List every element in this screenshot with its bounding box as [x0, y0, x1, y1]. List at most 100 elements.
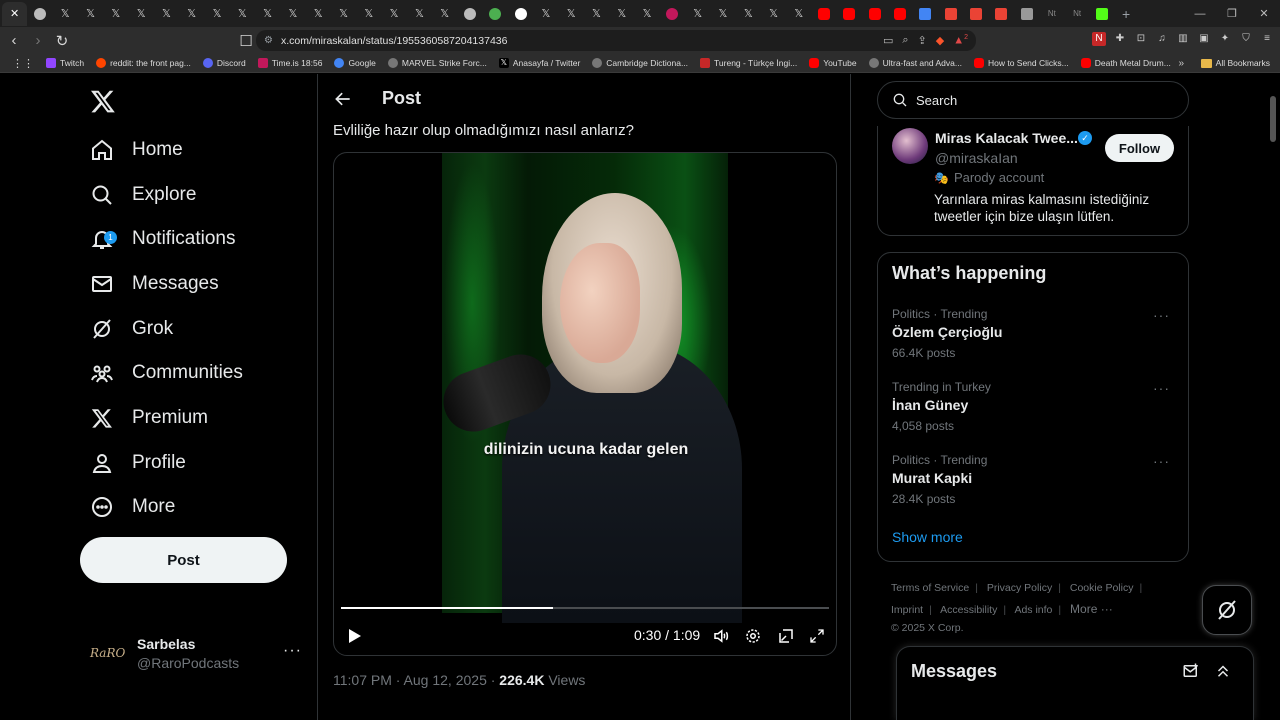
- bookmark-item[interactable]: Time.is 18:56: [257, 58, 322, 68]
- nav-profile[interactable]: Profile: [90, 443, 186, 483]
- footer-link-imprint[interactable]: Imprint: [891, 604, 923, 616]
- tab-google[interactable]: [483, 2, 508, 26]
- account-switcher[interactable]: RaRO Sarbelas @RaroPodcasts ···: [90, 632, 310, 676]
- music-icon[interactable]: ♫: [1155, 32, 1169, 46]
- bookmark-item[interactable]: reddit: the front pag...: [96, 58, 191, 68]
- menu-icon[interactable]: ≡: [1260, 32, 1274, 46]
- sidebar-icon[interactable]: ▥: [1176, 32, 1190, 46]
- bookmarks-overflow-icon[interactable]: »: [1178, 58, 1184, 69]
- back-icon[interactable]: ‹: [4, 32, 24, 49]
- tab-x[interactable]: 𝕏: [154, 2, 179, 26]
- new-message-icon[interactable]: [1181, 661, 1201, 681]
- tab-x[interactable]: 𝕏: [761, 2, 786, 26]
- volume-icon[interactable]: [710, 625, 732, 647]
- tab-youtube[interactable]: [862, 2, 887, 26]
- tab-x[interactable]: 𝕏: [78, 2, 103, 26]
- tab-x[interactable]: 𝕏: [280, 2, 305, 26]
- post-button[interactable]: Post: [80, 537, 287, 583]
- tab-x[interactable]: 𝕏: [381, 2, 406, 26]
- tab-x[interactable]: 𝕏: [407, 2, 432, 26]
- tab-active[interactable]: ✕: [2, 1, 28, 26]
- address-bar[interactable]: ⚙ x.com/miraskalan/status/19553605872041…: [256, 30, 976, 51]
- bookmark-item[interactable]: Tureng - Türkçe İngi...: [700, 58, 797, 68]
- scrollbar-thumb[interactable]: [1270, 96, 1276, 142]
- x-logo-icon[interactable]: [90, 88, 116, 114]
- search-placeholder[interactable]: Search: [916, 93, 957, 108]
- more-dots-icon[interactable]: ···: [1153, 453, 1170, 469]
- footer-link-privacy[interactable]: Privacy Policy: [987, 582, 1052, 594]
- bookmark-item[interactable]: YouTube: [809, 58, 857, 68]
- footer-link-more[interactable]: More ···: [1070, 602, 1113, 616]
- tab-x[interactable]: 𝕏: [306, 2, 331, 26]
- show-more-link[interactable]: Show more: [892, 529, 963, 545]
- tab-x[interactable]: 𝕏: [179, 2, 204, 26]
- more-dots-icon[interactable]: ···: [1153, 380, 1170, 396]
- trend-item[interactable]: Trending in Turkey İnan Güney 4,058 post…: [892, 380, 1176, 436]
- expand-drawer-icon[interactable]: [1213, 661, 1233, 681]
- follow-button[interactable]: Follow: [1105, 134, 1174, 162]
- cast-icon[interactable]: ▭: [883, 34, 893, 47]
- url-text[interactable]: x.com/miraskalan/status/1955360587204137…: [281, 35, 508, 47]
- bookmark-item[interactable]: 𝕏 Anasayfa / Twitter: [498, 58, 580, 68]
- nav-premium[interactable]: Premium: [90, 398, 208, 438]
- tab-x[interactable]: 𝕏: [736, 2, 761, 26]
- author-handle[interactable]: @miraskaIan: [935, 150, 1018, 166]
- nav-communities[interactable]: Communities: [90, 353, 243, 393]
- minimize-icon[interactable]: —: [1184, 8, 1216, 20]
- close-window-icon[interactable]: ✕: [1248, 7, 1280, 20]
- tab-youtube[interactable]: [837, 2, 862, 26]
- leo-icon[interactable]: ✦: [1218, 32, 1232, 46]
- play-icon[interactable]: [344, 625, 366, 647]
- wallet-icon[interactable]: ▣: [1197, 32, 1211, 46]
- tab-x[interactable]: 𝕏: [584, 2, 609, 26]
- share-icon[interactable]: ⇪: [918, 34, 927, 47]
- tab-x[interactable]: 𝕏: [432, 2, 457, 26]
- tab-x[interactable]: 𝕏: [103, 2, 128, 26]
- nav-notifications[interactable]: 1 Notifications: [90, 219, 236, 259]
- bookmark-item[interactable]: How to Send Clicks...: [973, 58, 1069, 68]
- tab-youtube[interactable]: [887, 2, 912, 26]
- footer-link-terms[interactable]: Terms of Service: [891, 582, 969, 594]
- author-name[interactable]: Miras Kalacak Twee...: [935, 130, 1078, 146]
- brave-rewards-icon[interactable]: ▲2: [953, 34, 968, 47]
- tweet-timestamp[interactable]: 11:07 PM · Aug 12, 2025 ·: [333, 672, 499, 688]
- bookmark-item[interactable]: MARVEL Strike Forc...: [387, 58, 487, 68]
- messages-drawer[interactable]: Messages: [896, 646, 1254, 720]
- footer-link-ads[interactable]: Ads info: [1014, 604, 1052, 616]
- search-box[interactable]: Search: [877, 81, 1189, 119]
- site-info-icon[interactable]: ⚙: [264, 35, 273, 46]
- tab[interactable]: [27, 2, 52, 26]
- tab-youtube[interactable]: [812, 2, 837, 26]
- grok-floating-button[interactable]: [1202, 585, 1252, 635]
- tab-x[interactable]: 𝕏: [609, 2, 634, 26]
- more-dots-icon[interactable]: ···: [1153, 307, 1170, 323]
- footer-link-accessibility[interactable]: Accessibility: [940, 604, 997, 616]
- more-dots-icon[interactable]: ···: [283, 642, 302, 660]
- fullscreen-icon[interactable]: [806, 625, 828, 647]
- tab-gmail[interactable]: [938, 2, 963, 26]
- trend-item[interactable]: Politics · Trending Murat Kapki 28.4K po…: [892, 453, 1176, 509]
- tab-x[interactable]: 𝕏: [128, 2, 153, 26]
- pip-icon[interactable]: [775, 625, 797, 647]
- tab[interactable]: Nt: [1064, 2, 1089, 26]
- tab-x[interactable]: 𝕏: [710, 2, 735, 26]
- tab-x[interactable]: 𝕏: [634, 2, 659, 26]
- tab-x[interactable]: 𝕏: [559, 2, 584, 26]
- tab-x[interactable]: 𝕏: [685, 2, 710, 26]
- back-arrow-icon[interactable]: [333, 89, 353, 109]
- tab-x[interactable]: 𝕏: [204, 2, 229, 26]
- video-progress-bar[interactable]: [341, 607, 829, 609]
- tab[interactable]: [1090, 2, 1115, 26]
- tab[interactable]: Nt: [1039, 2, 1064, 26]
- trend-item[interactable]: Politics · Trending Özlem Çerçioğlu 66.4…: [892, 307, 1176, 363]
- tab-x[interactable]: 𝕏: [53, 2, 78, 26]
- nav-more[interactable]: More: [90, 487, 175, 527]
- bookmark-item[interactable]: Cambridge Dictiona...: [592, 58, 688, 68]
- nav-home[interactable]: Home: [90, 130, 183, 170]
- tab-x[interactable]: 𝕏: [533, 2, 558, 26]
- tab-docs[interactable]: [913, 2, 938, 26]
- tab-x[interactable]: 𝕏: [356, 2, 381, 26]
- restore-icon[interactable]: ❐: [1216, 7, 1248, 20]
- new-tab-button[interactable]: +: [1115, 6, 1137, 22]
- nav-messages[interactable]: Messages: [90, 264, 219, 304]
